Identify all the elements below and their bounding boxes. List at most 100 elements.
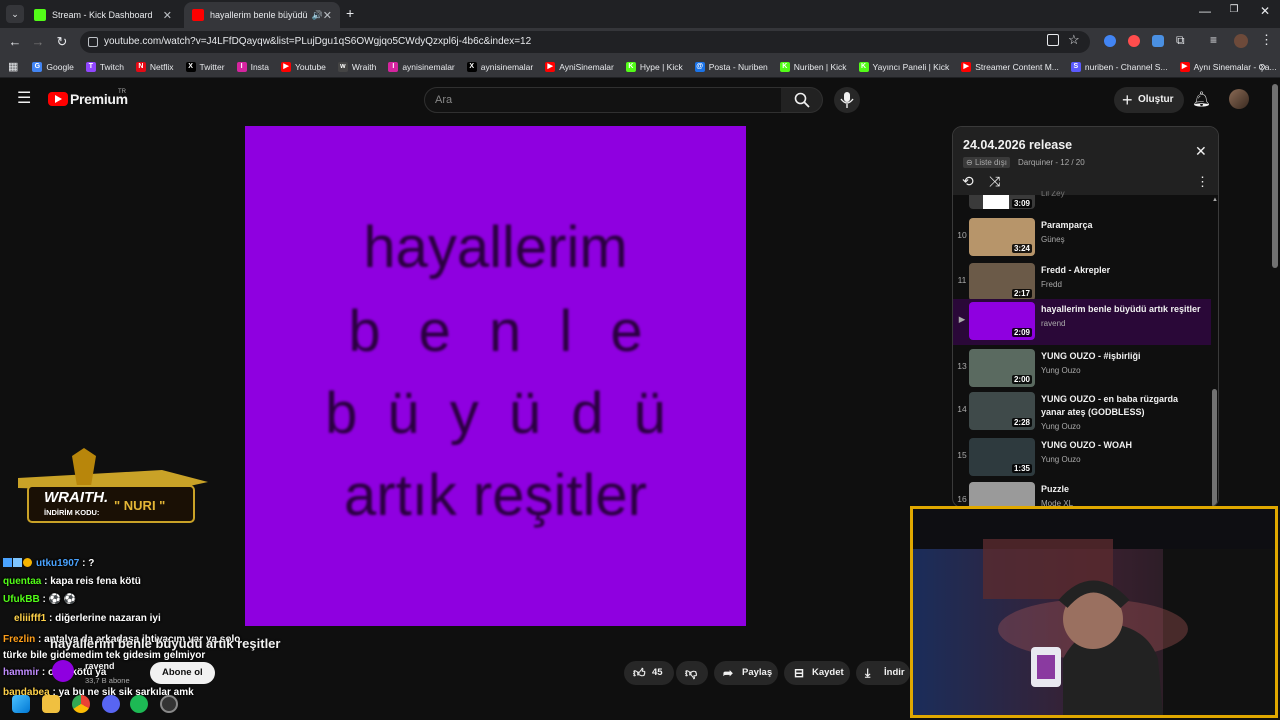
download-icon: ⤓ (865, 666, 871, 680)
close-playlist-icon[interactable]: ✕ (1195, 143, 1207, 160)
bookmark-label: Insta (250, 61, 270, 72)
chrome-icon[interactable] (72, 695, 90, 713)
playlist-item[interactable]: 10 3:24 Paramparça Güneş (953, 215, 1211, 260)
bookmark-item[interactable]: K Yayıncı Paneli | Kick (858, 61, 949, 72)
extension-icon[interactable] (1104, 35, 1116, 47)
bookmark-favicon-icon: I (388, 61, 399, 72)
playlist-item-thumbnail[interactable]: 2:09 (969, 302, 1035, 340)
hamburger-menu-icon[interactable]: ☰ (17, 91, 31, 107)
account-avatar[interactable] (1229, 89, 1249, 109)
minimize-icon[interactable]: — (1190, 4, 1220, 18)
bookmark-item[interactable]: Snuriben - Channel S... (1070, 61, 1168, 72)
playlist-item-thumbnail[interactable]: 1:35 (969, 438, 1035, 476)
bookmark-item[interactable]: N Netflix (135, 61, 174, 72)
bookmark-item[interactable]: Iaynisinemalar (388, 61, 455, 72)
tab-search-button[interactable]: ⌄ (6, 5, 24, 23)
youtube-logo-icon[interactable] (48, 92, 68, 106)
playlist-item[interactable]: 15 1:35 YUNG OUZO - WOAH Yung Ouzo (953, 435, 1211, 480)
forward-icon[interactable]: → (29, 33, 47, 51)
file-explorer-icon[interactable] (42, 695, 60, 713)
like-button[interactable]: 👍︎ 45 (624, 661, 674, 685)
playlist-item-number: 16 (957, 494, 967, 504)
bookmark-item[interactable]: G Google (32, 61, 74, 72)
playlist-menu-icon[interactable]: ⋮ (1196, 174, 1209, 190)
speaker-icon[interactable]: 🔊 (312, 10, 323, 21)
shuffle-icon[interactable]: ⤨ (989, 173, 1000, 190)
voice-search-button[interactable] (834, 87, 860, 113)
save-button[interactable]: ⊟ Kaydet (784, 661, 850, 685)
playlist-item-thumbnail[interactable] (969, 482, 1035, 507)
bookmark-item[interactable]: ▶ Youtube (281, 61, 326, 72)
dagger-logo-icon (18, 448, 208, 523)
windows-start-icon[interactable] (12, 695, 30, 713)
tab-kick-dashboard[interactable]: Stream - Kick Dashboard ✕ (26, 2, 180, 28)
address-bar[interactable]: youtube.com/watch?v=J4LFfDQayqw&list=PLu… (80, 31, 1090, 53)
notifications-bell-icon[interactable]: 🔔︎ (1192, 90, 1211, 108)
download-button[interactable]: ⤓ İndir (856, 661, 910, 685)
discord-icon[interactable] (102, 695, 120, 713)
new-tab-button[interactable]: + (346, 5, 354, 21)
playlist-item-title: Puzzle (1041, 484, 1070, 494)
chat-badges (3, 558, 32, 567)
subscribe-button[interactable]: Abone ol (150, 662, 215, 684)
install-app-icon[interactable] (1047, 34, 1059, 46)
playlist-item[interactable]: 16 Puzzle Mode XL (953, 479, 1211, 507)
bookmark-item[interactable]: T Twitch (85, 61, 124, 72)
playlist-item[interactable]: ▶ 2:09 hayallerim benle büyüdü artık reşit… (953, 299, 1211, 345)
site-info-icon[interactable] (88, 37, 98, 47)
playlist-item[interactable]: 14 2:28 YUNG OUZO - en baba rüzgarda yanar… (953, 389, 1211, 434)
back-icon[interactable]: ← (6, 33, 24, 51)
browser-tab-strip: ⌄ Stream - Kick Dashboard ✕ hayallerim b… (0, 0, 1280, 28)
share-button[interactable]: ➦ Paylaş (714, 661, 778, 685)
playlist-item-thumbnail[interactable]: 2:17 (969, 263, 1035, 301)
profile-avatar-icon[interactable] (1234, 34, 1248, 48)
bookmark-item[interactable]: @ Posta - Nuriben (694, 61, 768, 72)
create-button[interactable]: + Oluştur (1114, 87, 1184, 113)
video-player[interactable]: hayallerim b e n l e b ü y ü d ü artık r… (245, 126, 746, 626)
save-label: Kaydet (812, 667, 844, 678)
bookmark-item[interactable]: w Wraith (337, 61, 376, 72)
shield-extension-icon[interactable] (1152, 35, 1164, 47)
bookmark-label: Hype | Kick (639, 61, 683, 72)
bookmark-item[interactable]: ▶ Streamer Content M... (961, 61, 1059, 72)
apps-grid-icon[interactable]: ▦ (8, 60, 18, 73)
dislike-button[interactable]: 👎︎ (676, 661, 708, 685)
bookmark-item[interactable]: K Nuriben | Kick (779, 61, 847, 72)
playlist-item-thumbnail[interactable]: 2:28 (969, 392, 1035, 430)
reading-list-icon[interactable]: ≡ (1210, 33, 1217, 47)
maximize-icon[interactable]: ❐ (1219, 4, 1249, 15)
playlist-item-thumbnail[interactable]: 2:00 (969, 349, 1035, 387)
search-input[interactable]: Ara (424, 87, 782, 113)
channel-avatar[interactable] (52, 660, 74, 682)
close-tab-icon[interactable]: ✕ (323, 9, 332, 22)
bookmark-item[interactable]: Xaynisinemalar (466, 61, 533, 72)
bookmark-item[interactable]: ▶ AyniSinemalar (545, 61, 614, 72)
chat-text: : ? (82, 558, 95, 569)
search-button[interactable] (781, 87, 823, 113)
playlist-scrollbar[interactable] (1212, 389, 1217, 507)
bookmark-item[interactable]: I Insta (236, 61, 270, 72)
obs-icon[interactable] (160, 695, 178, 713)
bookmark-item[interactable]: K Hype | Kick (625, 61, 683, 72)
loop-icon[interactable]: ⟲ (962, 173, 974, 190)
extension-icon[interactable] (1128, 35, 1140, 47)
reload-icon[interactable]: ↻ (53, 33, 71, 51)
playlist-item-thumbnail[interactable]: 3:09 (969, 195, 1035, 209)
close-window-icon[interactable]: ✕ (1250, 4, 1280, 18)
bookmark-item[interactable]: X Twitter (185, 61, 225, 72)
spotify-icon[interactable] (130, 695, 148, 713)
extensions-puzzle-icon[interactable]: ⧉ (1176, 33, 1185, 48)
playlist-item[interactable]: 13 2:00 YUNG OUZO - #işbirliği Yung Ouzo (953, 346, 1211, 391)
playlist-title[interactable]: 24.04.2026 release (963, 138, 1072, 152)
scroll-up-icon[interactable]: ▲ (1212, 197, 1218, 207)
browser-menu-icon[interactable]: ⋮ (1260, 32, 1273, 48)
playlist-item-thumbnail[interactable]: 3:24 (969, 218, 1035, 256)
playlist-item-title: hayallerim benle büyüdü artık reşitler (1041, 304, 1201, 314)
bookmark-star-icon[interactable]: ☆ (1068, 32, 1080, 48)
channel-name[interactable]: ravend (85, 661, 115, 671)
tab-youtube-video[interactable]: hayallerim benle büyüdü artı 🔊 ✕ (184, 2, 340, 28)
more-bookmarks-icon[interactable]: » (1260, 61, 1266, 73)
close-tab-icon[interactable]: ✕ (163, 9, 172, 22)
page-scrollbar[interactable] (1272, 84, 1278, 268)
video-text-line: b ü y ü d ü (325, 381, 666, 446)
